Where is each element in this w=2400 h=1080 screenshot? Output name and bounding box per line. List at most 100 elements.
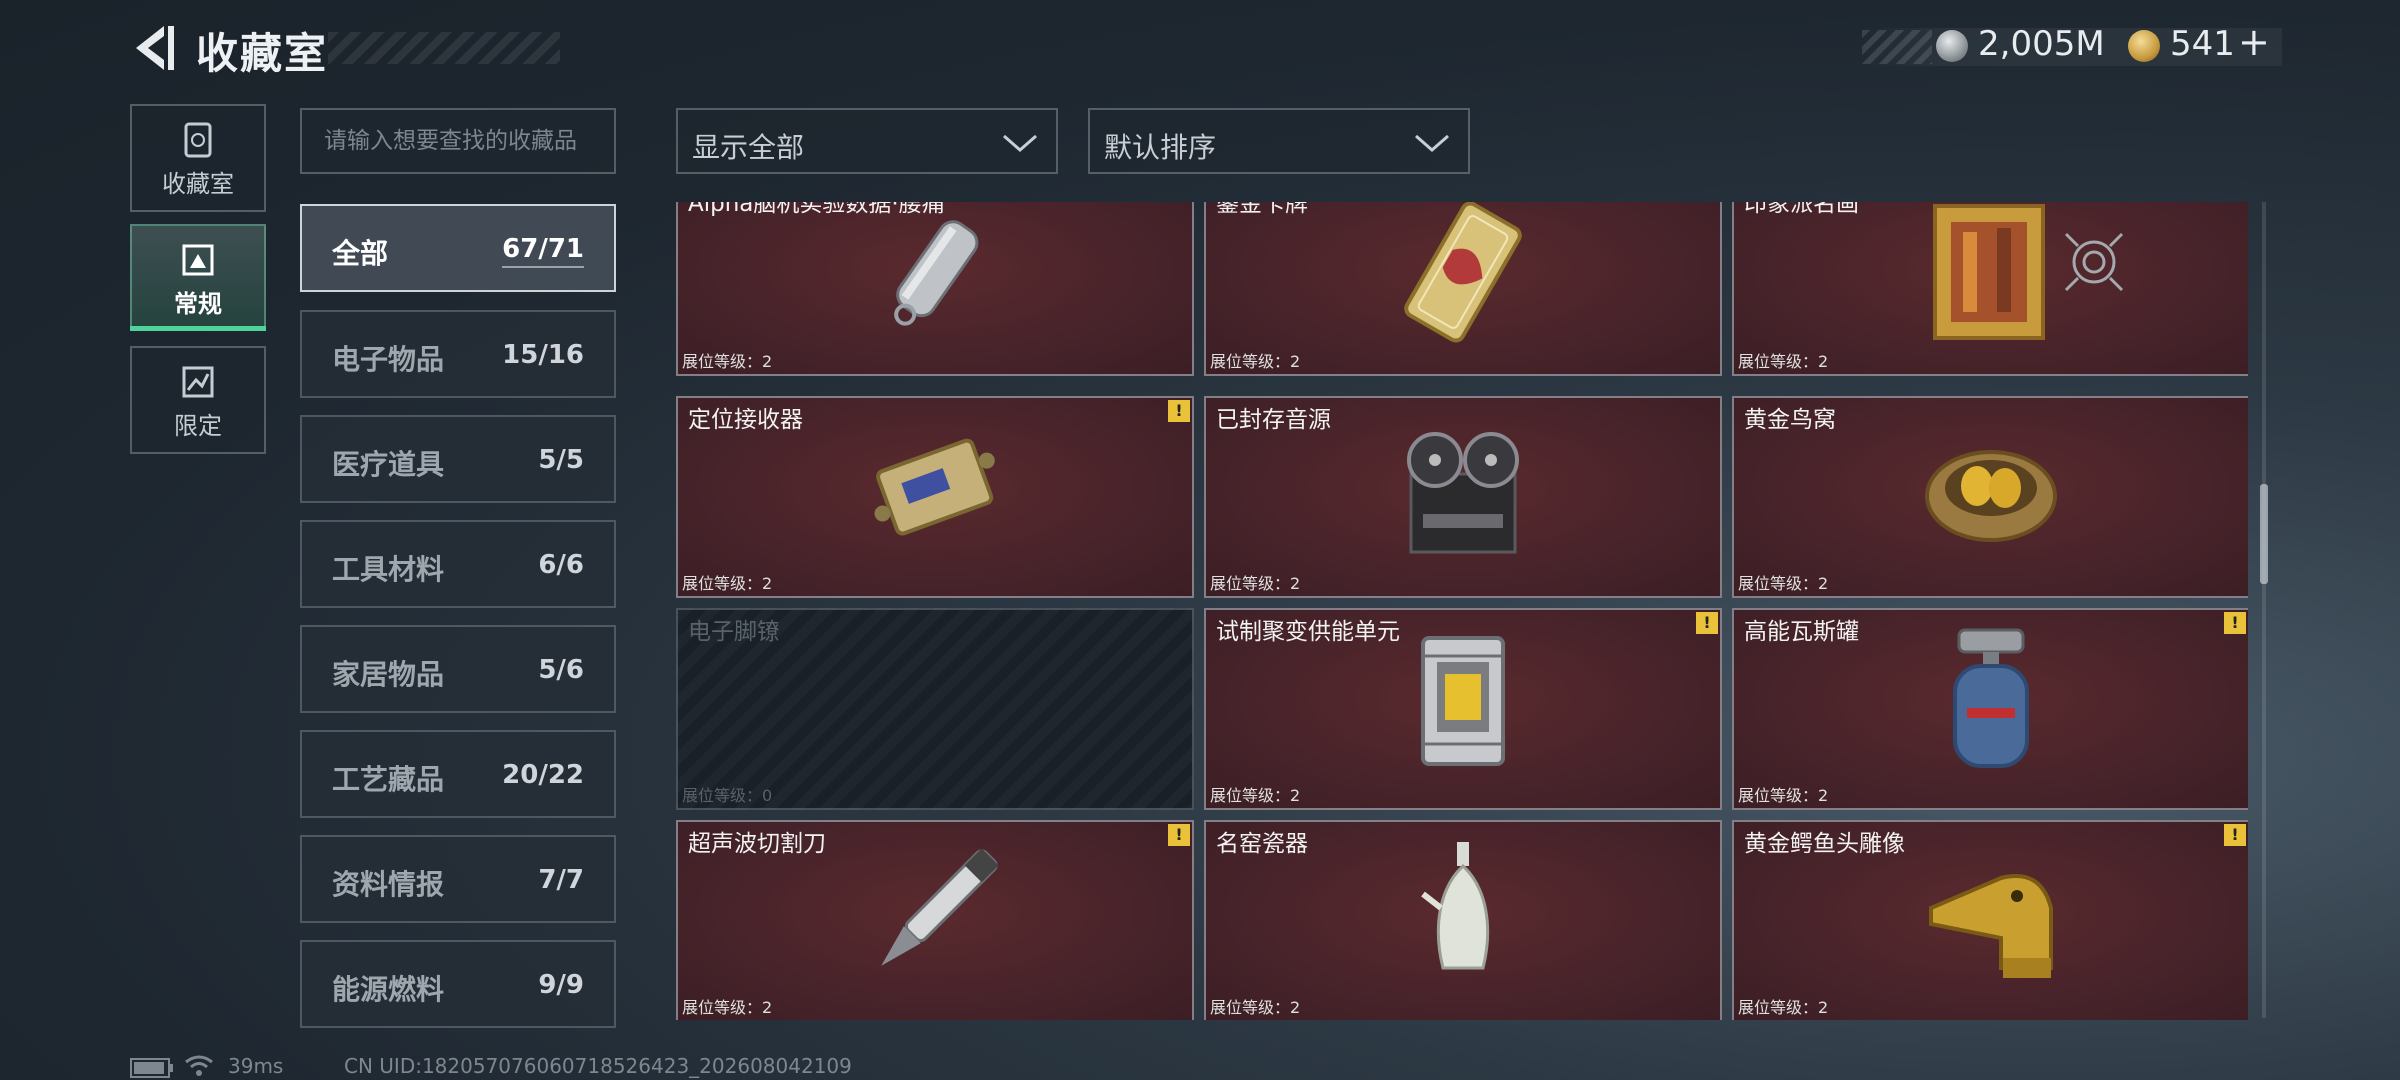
item-level: 展位等级：0 (682, 786, 773, 805)
item-card-locked[interactable]: 电子脚镣 展位等级：0 (676, 608, 1194, 810)
page-title: 收藏室 (196, 29, 329, 78)
silver-amount: 2,005M (1978, 24, 2105, 64)
category-tools[interactable]: 工具材料 6/6 (300, 520, 616, 608)
category-count: 6/6 (538, 550, 584, 580)
currency-decoration (1862, 30, 1932, 64)
item-name: 高能瓦斯罐 (1744, 619, 1859, 645)
usb-drive-icon (894, 220, 979, 326)
category-energy[interactable]: 能源燃料 9/9 (300, 940, 616, 1028)
item-level: 展位等级：2 (1210, 574, 1301, 593)
sort-dropdown[interactable]: 默认排序 (1088, 108, 1470, 174)
item-level: 展位等级：2 (1738, 574, 1829, 593)
gold-amount: 541 (2170, 24, 2235, 64)
title-decoration (328, 32, 560, 64)
nav-label: 常规 (174, 290, 222, 318)
category-name: 电子物品 (332, 343, 445, 376)
chevron-down-icon (1415, 134, 1449, 152)
category-name: 工具材料 (332, 553, 445, 586)
fusion-unit-icon (1421, 636, 1505, 766)
golden-nest-icon (1925, 450, 2057, 542)
back-arrow-icon (136, 26, 174, 70)
category-crafts[interactable]: 工艺藏品 20/22 (300, 730, 616, 818)
item-name: 黄金鳄鱼头雕像 (1744, 831, 1905, 857)
item-level: 展位等级：2 (1210, 786, 1301, 805)
warning-badge-icon: ! (1168, 400, 1190, 422)
item-level: 展位等级：2 (1210, 352, 1301, 371)
category-intel[interactable]: 资料情报 7/7 (300, 835, 616, 923)
item-level: 展位等级：2 (682, 352, 773, 371)
item-card[interactable]: 黄金鳄鱼头雕像 ! 展位等级：2 (1732, 820, 2248, 1020)
item-card[interactable]: 试制聚变供能单元 ! 展位等级：2 (1204, 608, 1722, 810)
category-count: 5/5 (538, 445, 584, 475)
item-card[interactable]: Alpha脑机实验数据·腰痛 展位等级：2 (676, 202, 1194, 376)
item-level: 展位等级：2 (1210, 998, 1301, 1017)
category-electronics[interactable]: 电子物品 15/16 (300, 310, 616, 398)
warning-badge-icon: ! (1168, 824, 1190, 846)
wifi-icon (185, 1055, 213, 1076)
regular-icon (182, 244, 214, 276)
item-level: 展位等级：2 (682, 998, 773, 1017)
item-name: 试制聚变供能单元 (1216, 619, 1400, 645)
scrollbar-track[interactable] (2262, 202, 2266, 1018)
limited-icon (182, 366, 214, 398)
gold-crocodile-icon (1929, 874, 2053, 978)
target-icon (2064, 232, 2124, 292)
category-count: 7/7 (538, 865, 584, 895)
receiver-icon (874, 438, 995, 536)
back-button[interactable] (128, 22, 178, 74)
item-card[interactable]: 黄金鸟窝 展位等级：2 (1732, 396, 2248, 598)
warning-badge-icon: ! (2224, 612, 2246, 634)
gold-coin-icon (2128, 30, 2160, 62)
category-count: 5/6 (538, 655, 584, 685)
category-name: 家居物品 (332, 658, 445, 691)
sort-value: 默认排序 (1104, 131, 1217, 164)
item-card[interactable]: 定位接收器 ! 展位等级：2 (676, 396, 1194, 598)
category-medical[interactable]: 医疗道具 5/5 (300, 415, 616, 503)
item-name: 黄金鸟窝 (1744, 407, 1836, 433)
nav-collection-room[interactable]: 收藏室 (130, 104, 266, 212)
item-card[interactable]: 高能瓦斯罐 ! 展位等级：2 (1732, 608, 2248, 810)
item-card[interactable]: 鎏金卡牌 展位等级：2 (1204, 202, 1722, 376)
category-all[interactable]: 全部 67/71 (300, 204, 616, 292)
category-name: 医疗道具 (332, 448, 445, 481)
chevron-down-icon (1003, 134, 1037, 152)
add-currency-button[interactable]: + (2238, 20, 2270, 64)
filter-dropdown[interactable]: 显示全部 (676, 108, 1058, 174)
nav-limited[interactable]: 限定 (130, 346, 266, 454)
item-name: 电子脚镣 (688, 619, 780, 645)
item-name: 超声波切割刀 (688, 831, 826, 857)
porcelain-vase-icon (1421, 842, 1490, 970)
item-level: 展位等级：2 (682, 574, 773, 593)
scrollbar-thumb[interactable] (2260, 484, 2268, 584)
active-indicator (130, 326, 266, 331)
item-name: 鎏金卡牌 (1216, 202, 1308, 217)
item-level: 展位等级：2 (1738, 998, 1829, 1017)
item-name: 名窑瓷器 (1216, 831, 1308, 857)
item-name: 定位接收器 (688, 407, 803, 433)
item-level: 展位等级：2 (1738, 786, 1829, 805)
category-name: 工艺藏品 (332, 763, 445, 796)
item-card[interactable]: 印象派名画 展位等级：2 (1732, 202, 2248, 376)
nav-label: 限定 (174, 412, 222, 440)
item-level: 展位等级：2 (1738, 352, 1829, 371)
category-name: 资料情报 (332, 868, 445, 901)
nav-regular[interactable]: 常规 (130, 224, 266, 328)
item-name: Alpha脑机实验数据·腰痛 (688, 202, 945, 217)
gas-tank-icon (1953, 628, 2029, 768)
collection-room-icon (184, 122, 212, 158)
item-card[interactable]: 名窑瓷器 展位等级：2 (1204, 820, 1722, 1020)
category-household[interactable]: 家居物品 5/6 (300, 625, 616, 713)
category-count: 15/16 (502, 340, 584, 370)
uid-text: CN UID:182057076060718526423_20260804210… (344, 1054, 852, 1078)
item-name: 印象派名画 (1744, 202, 1859, 217)
warning-badge-icon: ! (2224, 824, 2246, 846)
item-card[interactable]: 超声波切割刀 ! 展位等级：2 (676, 820, 1194, 1020)
search-input[interactable] (300, 108, 616, 174)
tape-recorder-icon (1407, 432, 1519, 554)
silver-coin-icon (1936, 30, 1968, 62)
warning-badge-icon: ! (1696, 612, 1718, 634)
nav-label: 收藏室 (162, 170, 234, 198)
item-card[interactable]: 已封存音源 展位等级：2 (1204, 396, 1722, 598)
item-name: 已封存音源 (1216, 407, 1331, 433)
collection-grid: Alpha脑机实验数据·腰痛 展位等级：2 鎏金卡牌 展位等级：2 印象派名画 … (674, 202, 2248, 1020)
